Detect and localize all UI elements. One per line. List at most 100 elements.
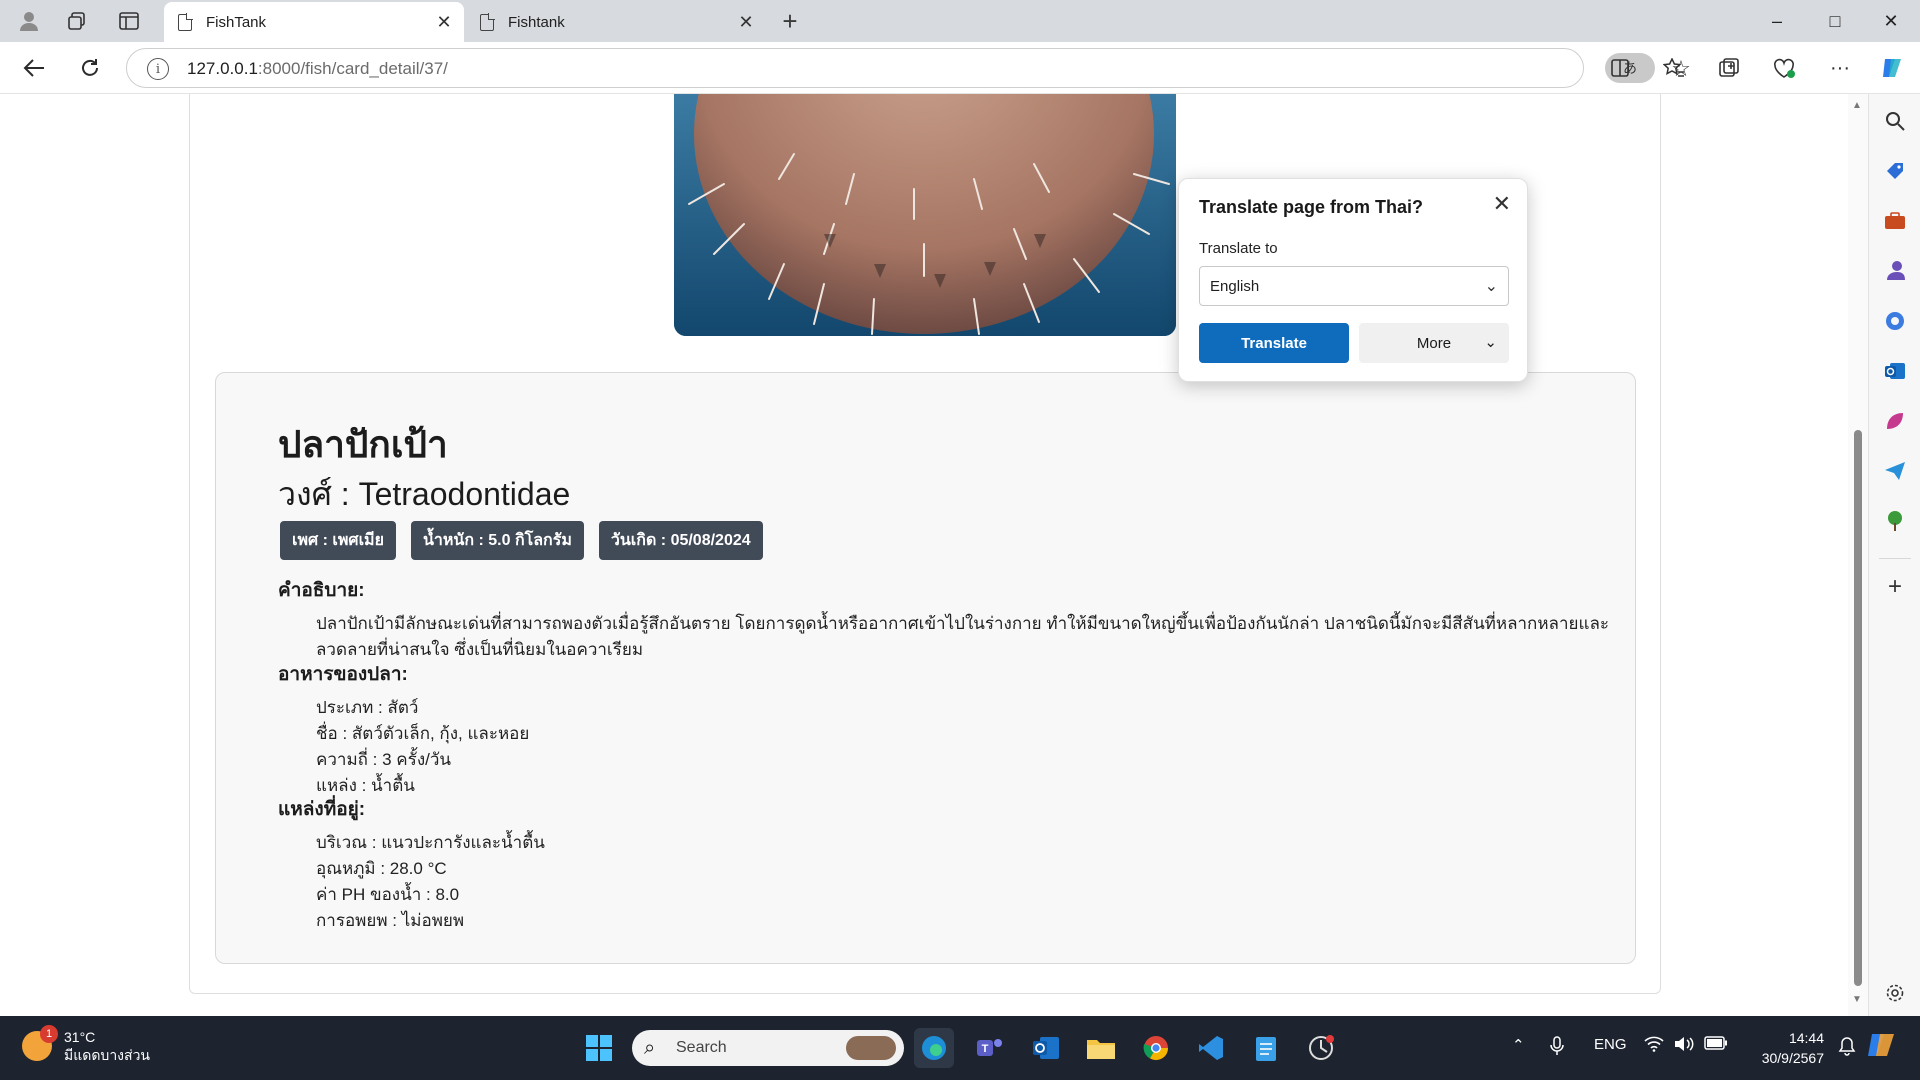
search-icon: ⌕ [644, 1037, 656, 1059]
habitat-temperature: อุณหภูมิ : 28.0 °C [316, 859, 447, 878]
settings-more-icon[interactable]: ··· [1822, 51, 1858, 85]
birthdate-badge: วันเกิด : 05/08/2024 [598, 521, 763, 560]
clock-date: 30/9/2567 [1761, 1050, 1824, 1066]
minimize-button[interactable]: – [1748, 0, 1806, 42]
page-icon [178, 12, 193, 31]
copilot-icon[interactable] [1874, 51, 1910, 85]
close-icon[interactable]: ✕ [1493, 191, 1511, 217]
chevron-down-icon: ⌄ [1484, 278, 1498, 295]
search-icon[interactable] [1880, 106, 1910, 136]
food-frequency: ความถี่ : 3 ครั้ง/วัน [316, 750, 452, 769]
browser-toolbar: i 127.0.0.1:8000/fish/card_detail/37/ あ … [0, 42, 1920, 94]
weather-temp: 31°C [64, 1029, 96, 1045]
sidebar-divider [1879, 558, 1911, 559]
notification-bell-icon[interactable] [1838, 1036, 1856, 1060]
chevron-down-icon: ⌄ [1484, 334, 1497, 351]
close-tab-icon[interactable]: ✕ [736, 12, 756, 32]
tab-fishtank[interactable]: Fishtank ✕ [466, 2, 766, 42]
close-window-button[interactable]: ✕ [1862, 0, 1920, 42]
description-section: คำอธิบาย: ปลาปักเป้ามีลักษณะเด่นที่สามาร… [278, 575, 1609, 663]
games-icon[interactable] [1880, 256, 1910, 286]
scroll-thumb[interactable] [1854, 430, 1862, 986]
teams-icon[interactable]: T [970, 1028, 1010, 1068]
copilot-taskbar-icon[interactable] [1866, 1030, 1898, 1064]
start-icon[interactable] [579, 1028, 619, 1068]
close-tab-icon[interactable]: ✕ [434, 12, 454, 32]
language-indicator[interactable]: ENG [1594, 1036, 1627, 1053]
svg-text:T: T [982, 1043, 989, 1055]
file-explorer-icon[interactable] [1081, 1028, 1121, 1068]
favorites-icon[interactable] [1656, 51, 1692, 85]
split-screen-icon[interactable] [1602, 51, 1638, 85]
new-tab-icon[interactable]: + [775, 6, 805, 36]
volume-icon[interactable] [1674, 1036, 1694, 1056]
outlook-icon[interactable] [1026, 1028, 1066, 1068]
more-button[interactable]: More ⌄ [1359, 323, 1509, 363]
wifi-icon[interactable] [1644, 1036, 1664, 1056]
browser-essentials-icon[interactable] [1766, 51, 1802, 85]
food-type: ประเภท : สัตว์ [316, 698, 419, 717]
popup-title: Translate page from Thai? [1199, 197, 1424, 217]
tree-icon[interactable] [1880, 506, 1910, 536]
food-section: อาหารของปลา: ประเภท : สัตว์ ชื่อ : สัตว์… [278, 659, 529, 799]
edge-icon[interactable] [914, 1028, 954, 1068]
fish-image [674, 94, 1176, 336]
page-scrollbar[interactable]: ▲ ▼ [1848, 94, 1868, 1016]
taskbar-clock[interactable]: 14:44 30/9/2567 [1744, 1028, 1824, 1068]
tools-icon[interactable] [1880, 206, 1910, 236]
habitat-ph: ค่า PH ของน้ำ : 8.0 [316, 885, 460, 904]
designer-icon[interactable] [1880, 406, 1910, 436]
weather-icon: 1 [22, 1025, 58, 1061]
shopping-tag-icon[interactable] [1880, 156, 1910, 186]
gear-icon[interactable] [1880, 978, 1910, 1008]
notepad-icon[interactable] [1246, 1028, 1286, 1068]
gender-badge: เพศ : เพศเมีย [280, 521, 396, 560]
maximize-button[interactable]: □ [1806, 0, 1864, 42]
collections-icon[interactable] [1711, 51, 1747, 85]
more-button-label: More [1416, 334, 1452, 352]
tab-actions-icon[interactable] [114, 8, 144, 34]
fish-detail-card: ปลาปักเป้า วงศ์ : Tetraodontidae เพศ : เ… [215, 372, 1636, 964]
back-button[interactable] [16, 51, 52, 85]
tab-fishtank-active[interactable]: FishTank ✕ [164, 2, 464, 42]
microphone-icon[interactable] [1550, 1036, 1564, 1060]
habitat-migration: การอพยพ : ไม่อพยพ [316, 911, 465, 930]
food-heading: อาหารของปลา: [278, 664, 408, 685]
search-placeholder: Search [676, 1039, 727, 1056]
send-icon[interactable] [1880, 456, 1910, 486]
workspaces-icon[interactable] [62, 8, 92, 34]
profile-icon[interactable] [14, 8, 44, 34]
app-icon[interactable] [1301, 1028, 1341, 1068]
show-hidden-icons[interactable]: ⌃ [1512, 1036, 1525, 1054]
address-bar[interactable]: i 127.0.0.1:8000/fish/card_detail/37/ あ … [126, 48, 1691, 88]
fish-name: ปลาปักเป้า [278, 424, 448, 465]
selected-language: English [1210, 278, 1260, 295]
search-highlight-image [846, 1036, 896, 1060]
translate-to-label: Translate to [1199, 240, 1278, 257]
weight-badge: น้ำหนัก : 5.0 กิโลกรัม [410, 521, 584, 560]
edge-sidebar: + [1868, 94, 1920, 1016]
habitat-area: บริเวณ : แนวปะการังและน้ำตื้น [316, 833, 545, 852]
battery-icon[interactable] [1704, 1036, 1728, 1054]
reload-button[interactable] [72, 51, 108, 85]
translate-popup: Translate page from Thai? ✕ Translate to… [1178, 178, 1528, 382]
taskbar-search[interactable]: ⌕ Search [632, 1030, 904, 1066]
scroll-up-arrow[interactable]: ▲ [1852, 100, 1862, 111]
translate-button[interactable]: Translate [1199, 323, 1349, 363]
weather-desc: มีแดดบางส่วน [64, 1047, 150, 1063]
food-name: ชื่อ : สัตว์ตัวเล็ก, กุ้ง, และหอย [316, 724, 530, 743]
vscode-icon[interactable] [1191, 1028, 1231, 1068]
language-select[interactable]: English ⌄ [1199, 266, 1509, 306]
description-line: ปลาปักเป้ามีลักษณะเด่นที่สามารถพองตัวเมื… [316, 614, 1609, 633]
microsoft-365-icon[interactable] [1880, 306, 1910, 336]
scroll-down-arrow[interactable]: ▼ [1852, 994, 1862, 1005]
habitat-section: แหล่งที่อยู่: บริเวณ : แนวปะการังและน้ำต… [278, 794, 545, 934]
weather-widget[interactable]: 1 31°C มีแดดบางส่วน [22, 1025, 150, 1064]
site-info-icon[interactable]: i [147, 58, 169, 80]
web-page: ปลาปักเป้า วงศ์ : Tetraodontidae เพศ : เ… [0, 94, 1868, 1016]
outlook-icon[interactable] [1880, 356, 1910, 386]
chrome-icon[interactable] [1136, 1028, 1176, 1068]
clock-time: 14:44 [1788, 1030, 1824, 1046]
tab-title: Fishtank [508, 13, 565, 31]
add-icon[interactable]: + [1880, 572, 1910, 602]
